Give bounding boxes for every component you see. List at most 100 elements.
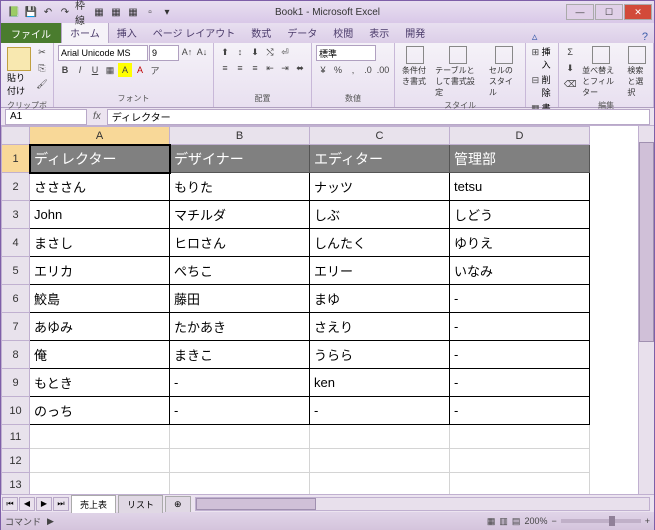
cell-a5[interactable]: エリカ — [30, 257, 170, 285]
qat-btn-3[interactable]: ▦ — [126, 5, 140, 19]
tab-review[interactable]: 校閲 — [325, 22, 361, 43]
delete-cells-label[interactable]: 削除 — [542, 73, 555, 99]
cell-d13[interactable] — [450, 473, 590, 495]
save-icon[interactable]: 💾 — [24, 5, 38, 19]
cell-b12[interactable] — [170, 449, 310, 473]
sheet-tab-new[interactable]: ⊕ — [165, 496, 191, 512]
minimize-button[interactable]: — — [566, 4, 594, 20]
row-header-3[interactable]: 3 — [2, 201, 30, 229]
name-box[interactable]: A1 — [5, 109, 87, 125]
redo-icon[interactable]: ↷ — [58, 5, 72, 19]
cell-b2[interactable]: もりた — [170, 173, 310, 201]
phonetic-icon[interactable]: ア — [148, 63, 162, 77]
cell-a7[interactable]: あゆみ — [30, 313, 170, 341]
tab-data[interactable]: データ — [279, 22, 325, 43]
zoom-slider-thumb[interactable] — [609, 516, 615, 526]
align-right-icon[interactable]: ≡ — [248, 61, 262, 75]
row-header-9[interactable]: 9 — [2, 369, 30, 397]
percent-icon[interactable]: % — [331, 63, 345, 77]
autosum-icon[interactable]: Σ — [563, 45, 577, 59]
row-header-11[interactable]: 11 — [2, 425, 30, 449]
qat-btn-4[interactable]: ▫ — [143, 5, 157, 19]
cell-a13[interactable] — [30, 473, 170, 495]
cell-c10[interactable]: - — [310, 397, 450, 425]
sheet-tab-2[interactable]: リスト — [118, 495, 163, 513]
fill-icon[interactable]: ⬇ — [563, 61, 577, 75]
sheet-tab-active[interactable]: 売上表 — [71, 495, 116, 513]
minimize-ribbon-icon[interactable]: ▵ — [526, 30, 544, 43]
cell-c3[interactable]: しぶ — [310, 201, 450, 229]
increase-font-icon[interactable]: A↑ — [180, 45, 194, 59]
cell-d3[interactable]: しどう — [450, 201, 590, 229]
zoom-level[interactable]: 200% — [524, 516, 547, 526]
cell-b6[interactable]: 藤田 — [170, 285, 310, 313]
cell-c1[interactable]: エディター — [310, 145, 450, 173]
paste-button[interactable]: 貼り付け — [5, 45, 33, 99]
cell-a8[interactable]: 俺 — [30, 341, 170, 369]
formula-bar[interactable]: ディレクター — [107, 109, 650, 125]
cell-a3[interactable]: John — [30, 201, 170, 229]
copy-icon[interactable]: ⎘ — [35, 61, 49, 75]
row-header-6[interactable]: 6 — [2, 285, 30, 313]
align-center-icon[interactable]: ≡ — [233, 61, 247, 75]
cell-a10[interactable]: のっち — [30, 397, 170, 425]
column-header-a[interactable]: A — [30, 127, 170, 145]
cell-b1[interactable]: デザイナー — [170, 145, 310, 173]
zoom-out-icon[interactable]: − — [551, 516, 556, 526]
conditional-formatting-button[interactable]: 条件付き書式 — [399, 45, 430, 88]
align-top-icon[interactable]: ⬆ — [218, 45, 232, 59]
cell-c13[interactable] — [310, 473, 450, 495]
cell-b9[interactable]: - — [170, 369, 310, 397]
status-macro-icon[interactable]: ▶ — [47, 516, 54, 527]
cell-d7[interactable]: - — [450, 313, 590, 341]
column-header-d[interactable]: D — [450, 127, 590, 145]
cell-c11[interactable] — [310, 425, 450, 449]
row-header-2[interactable]: 2 — [2, 173, 30, 201]
decrease-decimal-icon[interactable]: .00 — [376, 63, 390, 77]
orientation-icon[interactable]: ⤭ — [263, 45, 277, 59]
format-as-table-button[interactable]: テーブルとして書式設定 — [432, 45, 484, 99]
row-header-7[interactable]: 7 — [2, 313, 30, 341]
align-middle-icon[interactable]: ↕ — [233, 45, 247, 59]
column-header-b[interactable]: B — [170, 127, 310, 145]
cell-c7[interactable]: さえり — [310, 313, 450, 341]
undo-icon[interactable]: ↶ — [41, 5, 55, 19]
fill-color-icon[interactable]: A — [118, 63, 132, 77]
horizontal-scroll-thumb[interactable] — [196, 498, 316, 510]
cell-a12[interactable] — [30, 449, 170, 473]
close-button[interactable]: ✕ — [624, 4, 652, 20]
cell-c12[interactable] — [310, 449, 450, 473]
cell-a1[interactable]: ディレクター — [30, 145, 170, 173]
cell-d4[interactable]: ゆりえ — [450, 229, 590, 257]
select-all-corner[interactable] — [2, 127, 30, 145]
cell-b10[interactable]: - — [170, 397, 310, 425]
currency-icon[interactable]: ¥ — [316, 63, 330, 77]
row-header-1[interactable]: 1 — [2, 145, 30, 173]
cell-c9[interactable]: ken — [310, 369, 450, 397]
wrap-text-icon[interactable]: ⏎ — [278, 45, 292, 59]
decrease-indent-icon[interactable]: ⇤ — [263, 61, 277, 75]
sheet-nav-prev-icon[interactable]: ◀ — [19, 497, 35, 511]
cell-c2[interactable]: ナッツ — [310, 173, 450, 201]
sheet-nav-first-icon[interactable]: ⏮ — [2, 497, 18, 511]
row-header-10[interactable]: 10 — [2, 397, 30, 425]
qat-btn-1[interactable]: ▦ — [92, 5, 106, 19]
vertical-scroll-thumb[interactable] — [639, 142, 654, 342]
increase-decimal-icon[interactable]: .0 — [361, 63, 375, 77]
cell-b5[interactable]: ぺちこ — [170, 257, 310, 285]
comma-icon[interactable]: , — [346, 63, 360, 77]
gridlines-label[interactable]: 枠線 — [75, 5, 89, 19]
underline-icon[interactable]: U — [88, 63, 102, 77]
bold-icon[interactable]: B — [58, 63, 72, 77]
vertical-scrollbar[interactable] — [638, 126, 654, 494]
sheet-nav-last-icon[interactable]: ⏭ — [53, 497, 69, 511]
format-painter-icon[interactable]: 🖌 — [35, 77, 49, 91]
border-icon[interactable]: ▦ — [103, 63, 117, 77]
cell-styles-button[interactable]: セルのスタイル — [486, 45, 521, 99]
cut-icon[interactable]: ✂ — [35, 45, 49, 59]
qat-btn-2[interactable]: ▦ — [109, 5, 123, 19]
cell-b13[interactable] — [170, 473, 310, 495]
cell-b4[interactable]: ヒロさん — [170, 229, 310, 257]
maximize-button[interactable]: ☐ — [595, 4, 623, 20]
cell-d12[interactable] — [450, 449, 590, 473]
